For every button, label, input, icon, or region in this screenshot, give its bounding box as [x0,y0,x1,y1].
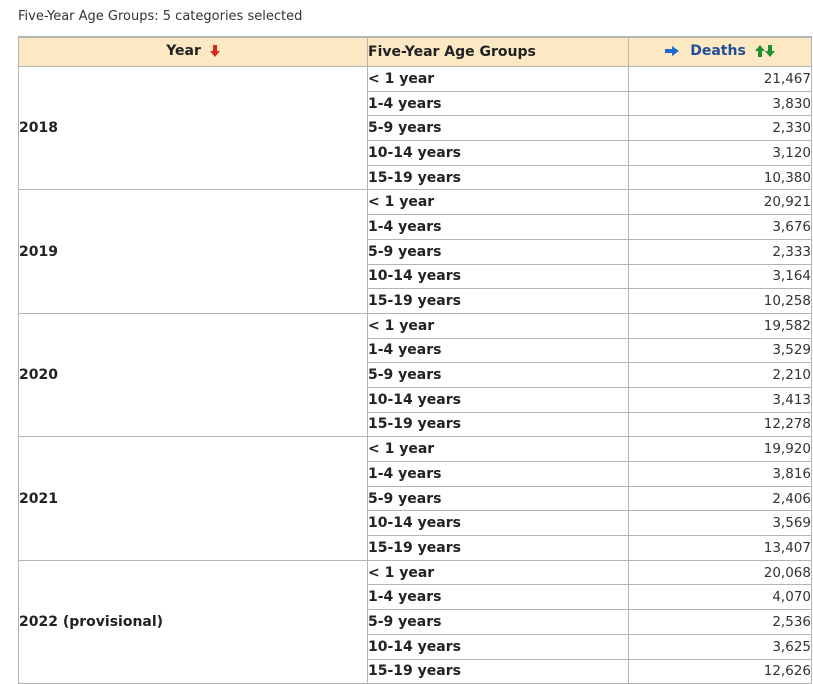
deaths-cell: 4,070 [628,584,812,611]
age-group-cell: < 1 year [367,436,629,462]
age-group-cell: 10-14 years [367,263,629,290]
deaths-cell: 2,330 [628,115,812,142]
results-table: Year Five-Year Age Groups Deaths 2018 < 1… [18,36,812,684]
arrow-right-blue-icon [665,44,680,60]
age-group-cell: 5-9 years [367,362,629,388]
table-row: 2018 < 1 year 21,467 [18,65,812,191]
age-group-cell: 1-4 years [367,337,629,364]
table-row: 2022 (provisional) < 1 year 20,068 [18,559,812,684]
deaths-header-label[interactable]: Deaths [690,43,746,59]
year-header-label: Year [166,43,201,59]
deaths-cell: 20,068 [628,559,812,586]
deaths-cell: 3,120 [628,140,812,166]
deaths-cell: 3,164 [628,263,812,290]
deaths-cell: 19,582 [628,312,812,339]
table-row: 2019 < 1 year 20,921 [18,189,812,314]
age-group-cell: 15-19 years [367,658,629,684]
age-group-cell: 1-4 years [367,90,629,117]
age-group-cell: 1-4 years [367,461,629,487]
deaths-cell: 3,625 [628,633,812,660]
arrows-up-down-green-icon[interactable] [754,45,775,61]
age-group-cell: 15-19 years [367,535,629,561]
age-group-cell: 5-9 years [367,609,629,635]
year-cell: 2020 [18,312,368,438]
age-groups-column-header: Five-Year Age Groups [367,36,629,67]
year-cell: 2019 [18,189,368,314]
age-group-cell: 5-9 years [367,115,629,142]
age-group-cell: 1-4 years [367,214,629,240]
arrow-down-red-icon[interactable] [209,45,220,61]
deaths-cell: 21,467 [628,66,812,92]
age-group-cell: 15-19 years [367,288,629,314]
deaths-cell: 2,536 [628,609,812,635]
deaths-cell: 3,569 [628,510,812,537]
table-body: 2018 < 1 year 21,467 1-4 years 3,830 5-9 year… [18,65,812,684]
age-group-cell: 10-14 years [367,386,629,413]
deaths-cell: 19,920 [628,436,812,462]
age-group-cell: < 1 year [367,66,629,92]
age-group-cell: 5-9 years [367,238,629,265]
header-row: Year Five-Year Age Groups Deaths [18,36,812,67]
age-group-cell: 10-14 years [367,633,629,660]
year-cell: 2022 (provisional) [18,559,368,684]
age-group-cell: < 1 year [367,312,629,339]
age-group-cell: 5-9 years [367,485,629,512]
age-group-cell: < 1 year [367,189,629,216]
deaths-cell: 2,406 [628,485,812,512]
deaths-cell: 3,529 [628,337,812,364]
age-group-cell: 10-14 years [367,140,629,166]
table-row: 2020 < 1 year 19,582 [18,312,812,438]
deaths-cell: 10,380 [628,164,812,191]
deaths-cell: 3,413 [628,386,812,413]
deaths-cell: 12,278 [628,411,812,438]
deaths-cell: 3,816 [628,461,812,487]
age-group-cell: 15-19 years [367,164,629,191]
year-cell: 2021 [18,436,368,561]
age-group-cell: < 1 year [367,559,629,586]
deaths-cell: 10,258 [628,288,812,314]
age-group-cell: 10-14 years [367,510,629,537]
deaths-cell: 13,407 [628,535,812,561]
deaths-cell: 3,830 [628,90,812,117]
age-group-cell: 15-19 years [367,411,629,438]
age-group-cell: 1-4 years [367,584,629,611]
selection-caption: Five-Year Age Groups: 5 categories selec… [18,9,303,24]
deaths-cell: 20,921 [628,189,812,216]
year-column-header[interactable]: Year [18,36,368,67]
deaths-cell: 3,676 [628,214,812,240]
deaths-cell: 12,626 [628,658,812,684]
table-row: 2021 < 1 year 19,920 [18,436,812,561]
deaths-column-header[interactable]: Deaths [628,36,812,67]
deaths-cell: 2,210 [628,362,812,388]
year-cell: 2018 [18,65,368,191]
deaths-cell: 2,333 [628,238,812,265]
age-groups-header-label: Five-Year Age Groups [368,44,536,60]
